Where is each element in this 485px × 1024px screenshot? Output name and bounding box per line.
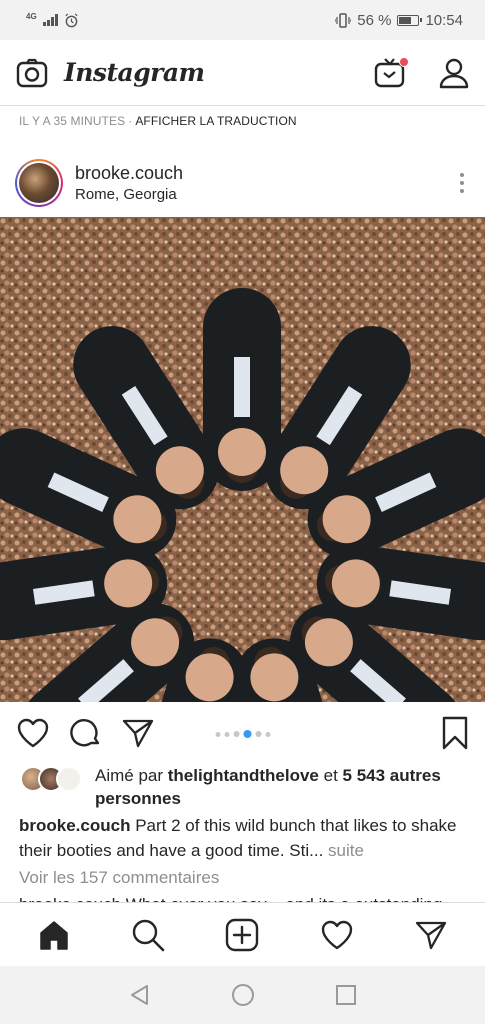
clock: 10:54 <box>425 11 463 29</box>
home-circle-icon[interactable] <box>231 983 255 1007</box>
carousel-dot <box>243 730 251 738</box>
igtv-icon[interactable] <box>373 56 409 90</box>
caption-username[interactable]: brooke.couch <box>19 816 130 835</box>
view-comments-link[interactable]: Voir les 157 commentaires <box>19 868 219 888</box>
share-icon[interactable] <box>122 718 154 748</box>
carousel-dot <box>255 731 261 737</box>
figure-head <box>185 653 234 702</box>
signal-icon <box>42 14 58 26</box>
figure-head <box>250 653 299 702</box>
search-icon[interactable] <box>131 918 165 952</box>
carousel-dot <box>224 731 229 737</box>
avatar-image <box>19 163 59 203</box>
post-actions <box>0 708 485 758</box>
direct-icon[interactable] <box>415 920 447 950</box>
liker-avatar <box>56 766 82 792</box>
post-user-info: brooke.couch Rome, Georgia <box>75 163 183 203</box>
notification-badge <box>399 56 409 67</box>
likes-row[interactable]: Aimé par thelightandthelove et 5 543 aut… <box>20 764 470 810</box>
alarm-icon <box>65 13 78 27</box>
more-options-icon[interactable] <box>460 173 464 193</box>
camera-icon[interactable] <box>16 58 48 88</box>
figure-shirt <box>389 580 452 605</box>
figure-head <box>322 495 371 544</box>
recents-icon[interactable] <box>335 984 357 1006</box>
battery-icon <box>397 14 423 26</box>
likes-text: Aimé par thelightandthelove et 5 543 aut… <box>95 764 470 810</box>
liker-avatars <box>20 766 88 792</box>
liked-by-user[interactable]: thelightandthelove <box>168 766 319 785</box>
post-photo[interactable] <box>0 217 485 702</box>
show-translation-link[interactable]: AFFICHER LA TRADUCTION <box>135 114 296 128</box>
caption-more-link[interactable]: suite <box>328 841 364 860</box>
top-nav: Instagram <box>0 40 485 106</box>
nav-right <box>373 56 469 90</box>
vibrate-icon <box>335 12 352 28</box>
figure-head <box>280 446 329 495</box>
separator: · <box>128 114 133 128</box>
post-location[interactable]: Rome, Georgia <box>75 186 183 203</box>
like-heart-icon[interactable] <box>16 717 50 749</box>
liked-by-joiner: et <box>323 766 338 785</box>
actions-left <box>16 717 154 749</box>
bookmark-icon[interactable] <box>441 716 469 750</box>
avatar[interactable] <box>15 159 63 207</box>
battery-fill <box>399 16 411 24</box>
battery-percent: 56 % <box>357 11 392 29</box>
timestamp: IL Y A 35 MINUTES <box>19 114 126 128</box>
activity-icon[interactable] <box>320 919 354 951</box>
figure-head <box>104 559 153 608</box>
post-header: brooke.couch Rome, Georgia <box>0 150 485 216</box>
instagram-logo[interactable]: Instagram <box>64 58 205 87</box>
back-icon[interactable] <box>129 984 151 1006</box>
status-right: 56 % 10:54 <box>335 12 463 29</box>
figure-shirt <box>32 580 95 605</box>
figure-head <box>218 428 266 476</box>
carousel-dot <box>265 731 270 737</box>
home-icon[interactable] <box>38 919 70 951</box>
network-type: 4G <box>26 11 37 21</box>
post-username[interactable]: brooke.couch <box>75 163 183 184</box>
carousel-dot <box>233 731 239 737</box>
status-left: 4G <box>26 11 79 28</box>
status-bar: 4G 56 % 10:54 <box>0 0 485 40</box>
figure-head <box>131 618 180 667</box>
carousel-dot <box>215 731 220 737</box>
caption: brooke.couch Part 2 of this wild bunch t… <box>19 813 465 863</box>
carousel-dots <box>215 730 270 738</box>
liked-by-prefix: Aimé par <box>95 766 164 785</box>
figure-head <box>304 618 353 667</box>
new-post-icon[interactable] <box>225 918 259 952</box>
figure-head <box>331 559 380 608</box>
group-photo-image <box>0 217 485 702</box>
previous-post-meta: IL Y A 35 MINUTES · AFFICHER LA TRADUCTION <box>19 114 297 128</box>
bottom-tab-bar <box>0 902 485 966</box>
system-nav-bar <box>0 966 485 1024</box>
figure-head <box>155 446 204 495</box>
profile-icon[interactable] <box>439 57 469 89</box>
figure-head <box>113 495 162 544</box>
comment-icon[interactable] <box>70 717 102 749</box>
